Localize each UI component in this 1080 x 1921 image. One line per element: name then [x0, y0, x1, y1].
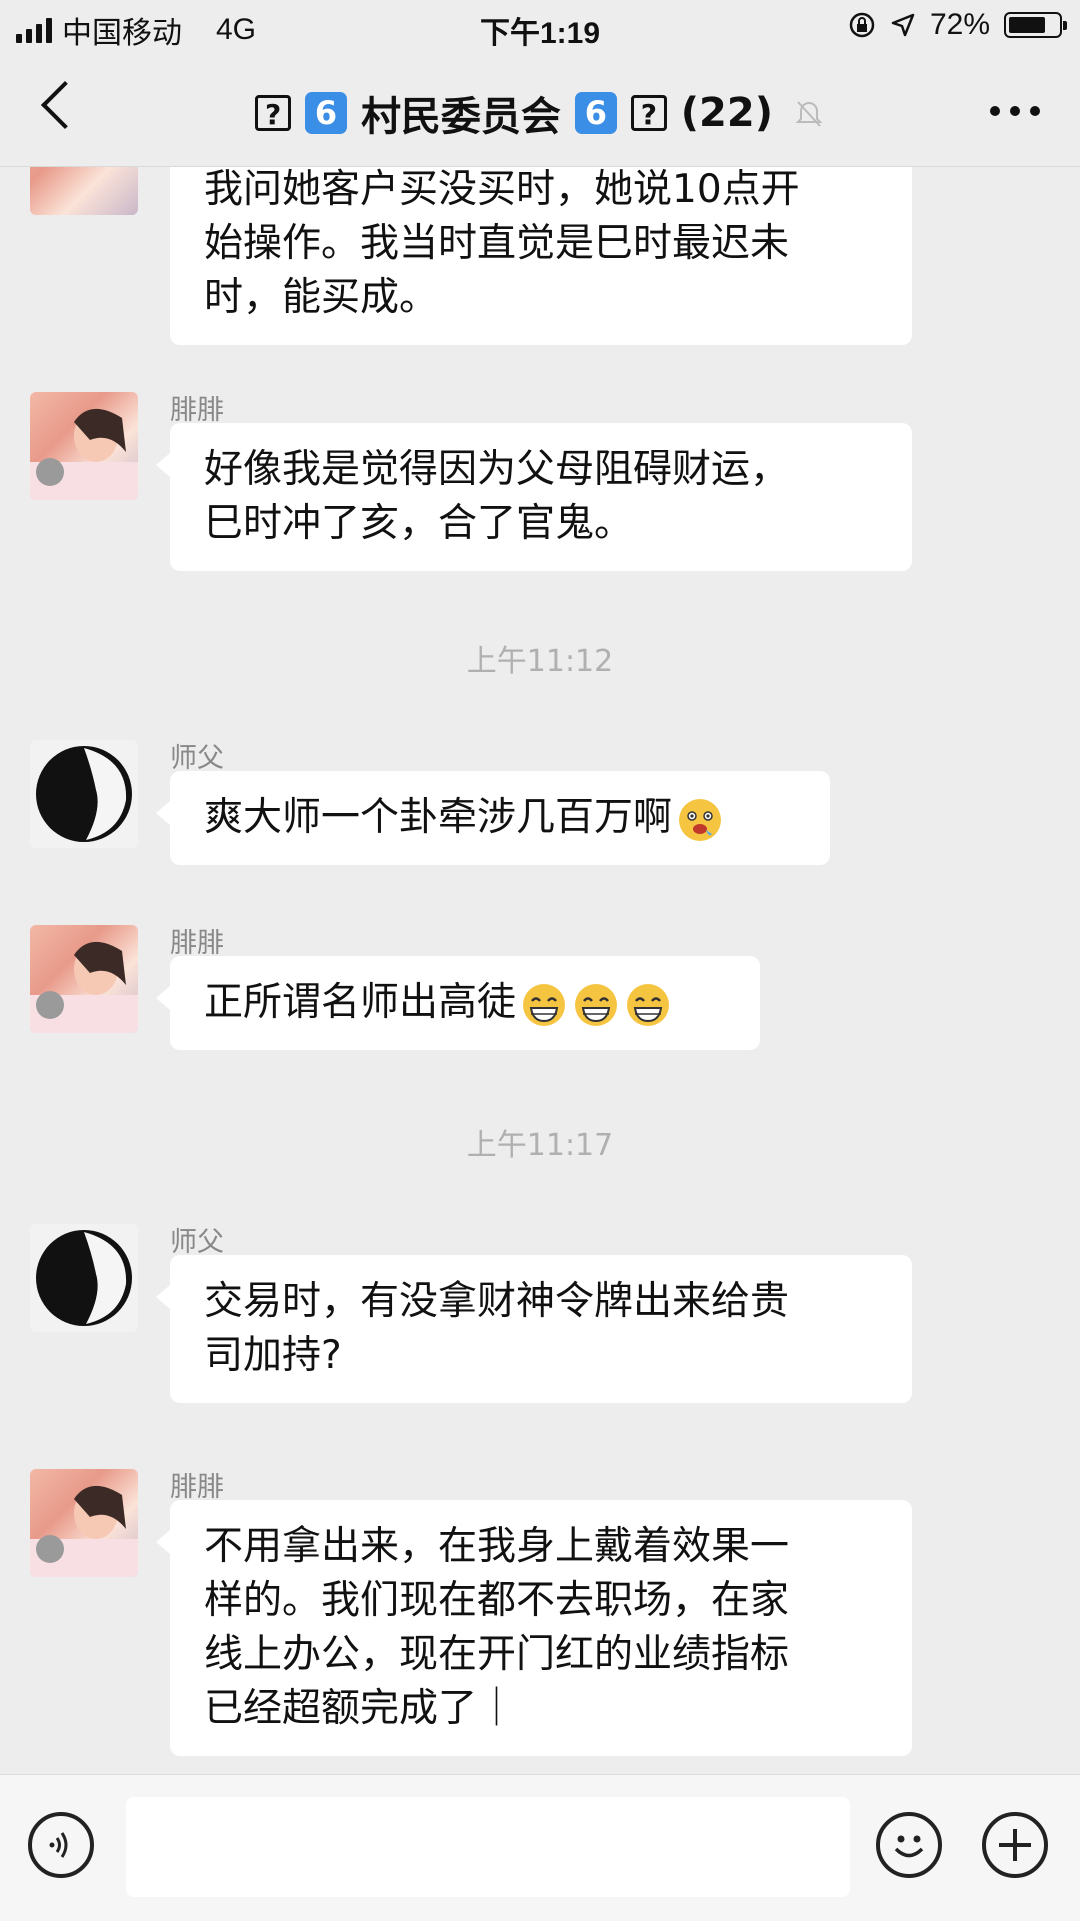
message-text-line: 样的。我们现在都不去职场，在家	[204, 1578, 790, 1623]
battery-percent: 72%	[929, 8, 990, 41]
message-bubble[interactable]: 不用拿出来，在我身上戴着效果一 样的。我们现在都不去职场，在家 线上办公，现在开…	[156, 1500, 912, 1756]
avatar-photo	[36, 1230, 132, 1326]
plus-icon[interactable]	[982, 1812, 1048, 1878]
message-text: 爽大师一个卦牵涉几百万啊	[204, 795, 673, 840]
grinning-face-emoji-icon	[523, 983, 566, 1026]
chat-title[interactable]: ? 6 村民委员会 6 ? (22)	[160, 84, 920, 142]
avatar[interactable]	[30, 1224, 138, 1332]
avatar-photo	[30, 1485, 138, 1577]
member-count: (22)	[680, 90, 773, 136]
message-text-line: 交易时，有没拿财神令牌出来给贵	[204, 1279, 790, 1324]
chat-header: ? 6 村民委员会 6 ? (22)	[0, 56, 1080, 167]
avatar[interactable]	[30, 925, 138, 1033]
number-badge: 6	[574, 92, 617, 134]
unknown-glyph-box: ?	[630, 95, 667, 131]
drooling-face-emoji-icon	[679, 798, 722, 841]
battery-icon	[1004, 12, 1067, 38]
input-bar	[0, 1774, 1080, 1921]
sender-name: 腓腓	[170, 1472, 224, 1503]
message-text-line: 已经超额完成了｜	[204, 1686, 517, 1731]
avatar-photo	[36, 746, 132, 842]
message-list[interactable]: 我问她客户买没买时，她说10点开 始操作。我当时直觉是巳时最迟未 时，能买成。 …	[0, 167, 1080, 1773]
voice-input-icon[interactable]	[28, 1812, 94, 1878]
message-text-line: 巳时冲了亥，合了官鬼。	[204, 501, 634, 546]
avatar[interactable]	[30, 167, 138, 215]
sender-name: 师父	[170, 743, 224, 774]
message-input[interactable]	[126, 1797, 850, 1897]
status-bar: 中国移动 4G 下午1:19 72%	[0, 0, 1080, 56]
more-options-icon[interactable]	[990, 106, 1040, 116]
avatar[interactable]	[30, 1469, 138, 1577]
message-text-line: 我问她客户买没买时，她说10点开	[204, 167, 800, 212]
message-text-line: 始操作。我当时直觉是巳时最迟未	[204, 221, 790, 266]
avatar[interactable]	[30, 392, 138, 500]
orientation-lock-icon	[849, 12, 875, 38]
sender-name: 腓腓	[170, 395, 224, 426]
message-text-line: 时，能买成。	[204, 275, 439, 320]
sender-name: 腓腓	[170, 928, 224, 959]
group-name: 村民委员会	[360, 94, 561, 140]
location-arrow-icon	[891, 13, 915, 37]
emoji-picker-icon[interactable]	[876, 1812, 942, 1878]
avatar-photo	[30, 941, 138, 1033]
message-bubble[interactable]: 爽大师一个卦牵涉几百万啊	[156, 771, 830, 865]
sender-name: 师父	[170, 1227, 224, 1258]
message-bubble[interactable]: 正所谓名师出高徒	[156, 956, 760, 1050]
message-text-line: 好像我是觉得因为父母阻碍财运，	[204, 447, 790, 492]
timestamp: 上午11:12	[466, 644, 614, 679]
timestamp: 上午11:17	[466, 1128, 614, 1163]
grinning-face-emoji-icon	[575, 983, 618, 1026]
grinning-face-emoji-icon	[627, 983, 670, 1026]
avatar-photo	[30, 408, 138, 500]
status-right: 72%	[848, 8, 1067, 42]
message-bubble[interactable]: 好像我是觉得因为父母阻碍财运， 巳时冲了亥，合了官鬼。	[156, 423, 912, 571]
message-bubble[interactable]: 交易时，有没拿财神令牌出来给贵 司加持?	[156, 1255, 912, 1403]
avatar[interactable]	[30, 740, 138, 848]
message-bubble[interactable]: 我问她客户买没买时，她说10点开 始操作。我当时直觉是巳时最迟未 时，能买成。	[170, 167, 912, 345]
smiley-glyph	[894, 1835, 924, 1858]
back-arrow-icon[interactable]	[40, 80, 90, 130]
message-text-line: 司加持?	[204, 1333, 342, 1378]
muted-bell-icon	[795, 101, 823, 127]
message-text: 正所谓名师出高徒	[204, 980, 517, 1025]
unknown-glyph-box: ?	[255, 95, 292, 131]
message-text-line: 线上办公，现在开门红的业绩指标	[204, 1632, 790, 1677]
message-text-line: 不用拿出来，在我身上戴着效果一	[204, 1524, 790, 1569]
number-badge: 6	[305, 92, 347, 134]
voice-waves-glyph	[49, 1832, 68, 1858]
